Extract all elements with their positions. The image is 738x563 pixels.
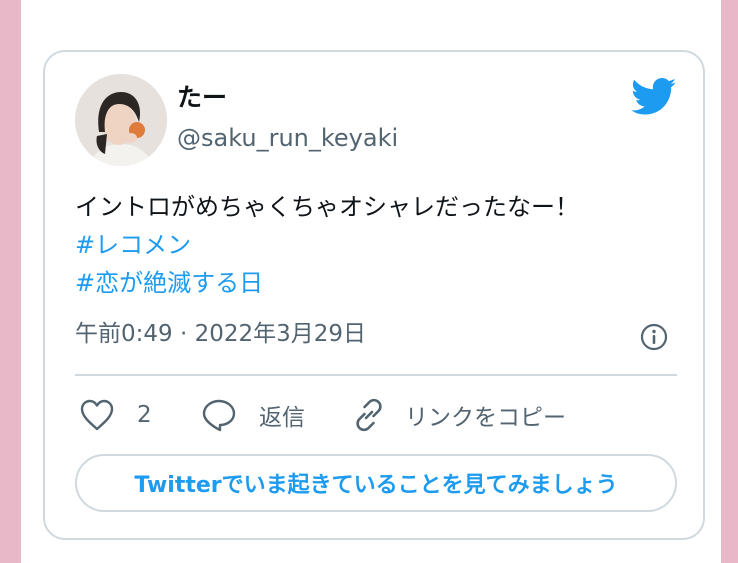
avatar-photo [75, 74, 167, 166]
username[interactable]: @saku_run_keyaki [177, 122, 398, 154]
tweet-body: イントロがめちゃくちゃオシャレだったなー！ [75, 193, 579, 221]
info-icon[interactable] [639, 322, 669, 352]
tweet-timestamp[interactable]: 午前0:49 · 2022年3月29日 [75, 318, 366, 350]
link-icon [356, 398, 382, 432]
reply-label: 返信 [259, 405, 305, 431]
tweet-card[interactable]: たー @saku_run_keyaki イントロがめちゃくちゃオシャレだったなー… [43, 50, 705, 540]
copy-link-button[interactable]: リンクをコピー [351, 396, 566, 434]
divider [75, 374, 677, 376]
speech-bubble-icon [202, 399, 236, 432]
display-name[interactable]: たー [177, 82, 227, 114]
like-button[interactable]: 2 [79, 396, 152, 434]
reply-button[interactable]: 返信 [201, 396, 305, 434]
heart-icon [80, 399, 114, 431]
cta-label: Twitterでいま起きていることを見てみましょう [134, 473, 618, 498]
twitter-bird-icon[interactable] [631, 78, 677, 116]
avatar[interactable] [75, 74, 167, 166]
hashtag-link[interactable]: #レコメン [75, 226, 685, 264]
copy-link-label: リンクをコピー [405, 405, 566, 431]
hashtag-link[interactable]: #恋が絶滅する日 [75, 264, 685, 302]
like-count: 2 [137, 402, 152, 428]
cta-button[interactable]: Twitterでいま起きていることを見てみましょう [75, 454, 677, 512]
tweet-text: イントロがめちゃくちゃオシャレだったなー！ #レコメン #恋が絶滅する日 [75, 188, 685, 302]
